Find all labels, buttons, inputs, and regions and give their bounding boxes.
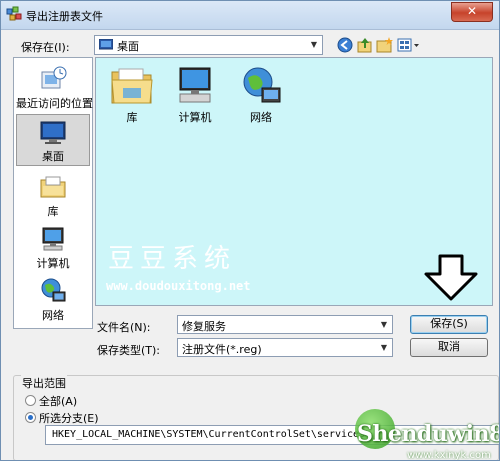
window-title: 导出注册表文件 (26, 10, 103, 23)
recent-places-icon (41, 66, 67, 89)
place-label: 库 (47, 205, 59, 218)
filename-value: 修复服务 (182, 320, 226, 333)
place-libraries[interactable]: 库 (16, 170, 90, 222)
place-network[interactable]: 网络 (16, 274, 90, 326)
file-item-network[interactable]: 网络 (231, 66, 291, 125)
places-bar: 最近访问的位置 桌面 库 计算机 网络 (13, 57, 93, 329)
site-logo: Shenduwin8.com www.kxinyk.com (347, 407, 499, 461)
save-in-value: 桌面 (117, 40, 139, 53)
selected-branch-label[interactable]: 所选分支(E) (39, 410, 99, 426)
up-folder-icon[interactable] (356, 36, 374, 54)
file-item-label: 网络 (250, 111, 272, 124)
branch-path-value: HKEY_LOCAL_MACHINE\SYSTEM\CurrentControl… (52, 429, 372, 440)
all-radio[interactable] (25, 395, 36, 406)
computer-icon (42, 227, 64, 251)
site-logo-url: www.kxinyk.com (407, 450, 491, 461)
network-icon (41, 278, 66, 302)
place-label: 网络 (42, 309, 64, 322)
filetype-label: 保存类型(T): (97, 344, 161, 357)
watermark-url: www.doudouxitong.net (106, 279, 251, 293)
place-label: 桌面 (42, 150, 64, 163)
export-registry-dialog: 导出注册表文件 ✕ 保存在(I): 桌面 ▼ 最近访问的位置 桌面 库 计算机 … (0, 0, 500, 461)
file-item-libraries[interactable]: 库 (102, 66, 162, 125)
site-logo-name: Shenduwin8.com (357, 421, 499, 447)
back-icon[interactable] (336, 36, 354, 54)
chevron-down-icon[interactable]: ▼ (376, 339, 392, 356)
filetype-select[interactable]: 注册文件(*.reg) ▼ (177, 338, 393, 357)
registry-editor-icon (6, 6, 22, 21)
file-list-area[interactable]: 库 计算机 网络 豆豆系统 www.doudouxitong.net (95, 57, 493, 306)
desktop-icon (40, 121, 66, 144)
file-item-label: 库 (126, 111, 138, 124)
chevron-down-icon[interactable]: ▼ (306, 36, 322, 54)
save-in-label: 保存在(I): (21, 41, 70, 54)
desktop-small-icon (99, 39, 113, 50)
network-icon (243, 67, 281, 103)
filename-label: 文件名(N): (97, 321, 151, 334)
new-folder-icon[interactable] (376, 36, 394, 54)
file-item-label: 计算机 (178, 111, 212, 124)
title-bar[interactable]: 导出注册表文件 ✕ (1, 1, 499, 30)
selected-branch-radio[interactable] (25, 412, 36, 423)
save-button[interactable]: 保存(S) (410, 315, 488, 334)
export-range-title: 导出范围 (21, 375, 67, 391)
filename-input[interactable]: 修复服务 ▼ (177, 315, 393, 334)
view-menu-icon[interactable] (397, 36, 421, 54)
place-recent-locations[interactable]: 最近访问的位置 (16, 62, 93, 114)
computer-icon (179, 67, 211, 103)
watermark-title: 豆豆系统 (108, 244, 237, 274)
all-radio-label[interactable]: 全部(A) (39, 393, 77, 409)
filetype-value: 注册文件(*.reg) (182, 343, 262, 356)
close-button[interactable]: ✕ (451, 2, 493, 22)
place-desktop[interactable]: 桌面 (16, 114, 90, 166)
save-in-combo[interactable]: 桌面 ▼ (94, 35, 323, 55)
file-item-computer[interactable]: 计算机 (165, 66, 225, 125)
place-computer[interactable]: 计算机 (16, 222, 90, 274)
chevron-down-icon[interactable]: ▼ (376, 316, 392, 333)
place-label: 最近访问的位置 (16, 97, 93, 110)
libraries-icon (40, 176, 66, 198)
place-label: 计算机 (36, 257, 70, 270)
libraries-folder-icon (111, 68, 153, 104)
cancel-button[interactable]: 取消 (410, 338, 488, 357)
arrow-down-icon (424, 254, 478, 301)
